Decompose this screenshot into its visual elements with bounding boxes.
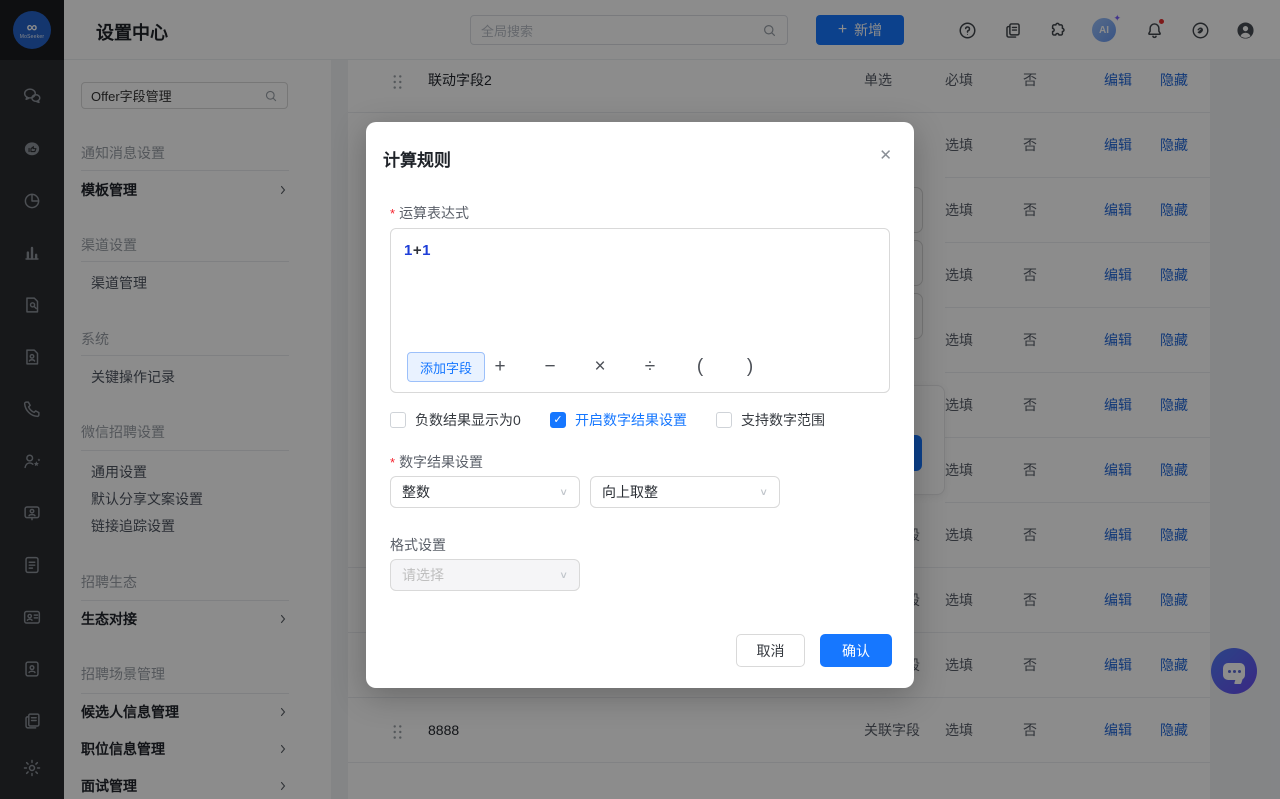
- checkbox-label: 支持数字范围: [741, 412, 825, 428]
- required-asterisk: *: [390, 206, 396, 221]
- divide-operator-button[interactable]: ÷: [638, 352, 662, 382]
- paren-close-operator-button[interactable]: ): [738, 352, 762, 382]
- expression-label: * 运算表达式: [390, 205, 470, 221]
- check-icon: ✓: [553, 413, 563, 426]
- close-icon[interactable]: ✕: [879, 148, 892, 164]
- integer-type-value: 整数: [402, 484, 430, 500]
- rounding-value: 向上取整: [602, 484, 658, 500]
- chevron-down-icon: ∨: [759, 486, 768, 498]
- checkbox-box[interactable]: ✓: [550, 412, 566, 428]
- confirm-button[interactable]: 确认: [820, 634, 892, 667]
- expression-toolbar: 添加字段 + − × ÷ (): [391, 352, 889, 382]
- rounding-select[interactable]: 向上取整 ∨: [590, 476, 780, 508]
- multiply-operator-button[interactable]: ×: [588, 352, 612, 382]
- checkbox-box[interactable]: [390, 412, 406, 428]
- expression-value: 1+1: [404, 242, 431, 259]
- add-field-button[interactable]: 添加字段: [407, 352, 486, 382]
- format-placeholder: 请选择: [402, 567, 444, 583]
- negative-zero-checkbox[interactable]: 负数结果显示为0: [390, 410, 521, 430]
- checkbox-box[interactable]: [716, 412, 732, 428]
- chevron-down-icon: ∨: [559, 486, 568, 498]
- expression-editor[interactable]: 1+1 添加字段 + − × ÷ (): [390, 228, 890, 393]
- chevron-down-icon: ∨: [559, 569, 568, 581]
- minus-operator-button[interactable]: −: [538, 352, 562, 382]
- calc-rule-modal: 计算规则 ✕ * 运算表达式 1+1 添加字段 + − × ÷ () 负数结果显示为0 ✓ 开…: [366, 122, 914, 688]
- cancel-button[interactable]: 取消: [736, 634, 805, 667]
- app-root: ∞ MoSeeker 设置中心 全局搜索 + 新增 AI ✦ Offer字段管理 …: [0, 0, 1280, 799]
- checkbox-label: 负数结果显示为0: [415, 412, 521, 428]
- format-select[interactable]: 请选择 ∨: [390, 559, 580, 591]
- integer-type-select[interactable]: 整数 ∨: [390, 476, 580, 508]
- modal-title: 计算规则: [383, 151, 451, 170]
- plus-operator-button[interactable]: +: [488, 352, 512, 382]
- enable-number-result-checkbox[interactable]: ✓ 开启数字结果设置: [550, 410, 687, 430]
- required-asterisk: *: [390, 455, 396, 470]
- number-range-checkbox[interactable]: 支持数字范围: [716, 410, 825, 430]
- checkbox-label: 开启数字结果设置: [575, 412, 687, 428]
- number-result-label: * 数字结果设置: [390, 454, 484, 470]
- paren-open-operator-button[interactable]: (: [688, 352, 712, 382]
- format-label: 格式设置: [390, 537, 446, 553]
